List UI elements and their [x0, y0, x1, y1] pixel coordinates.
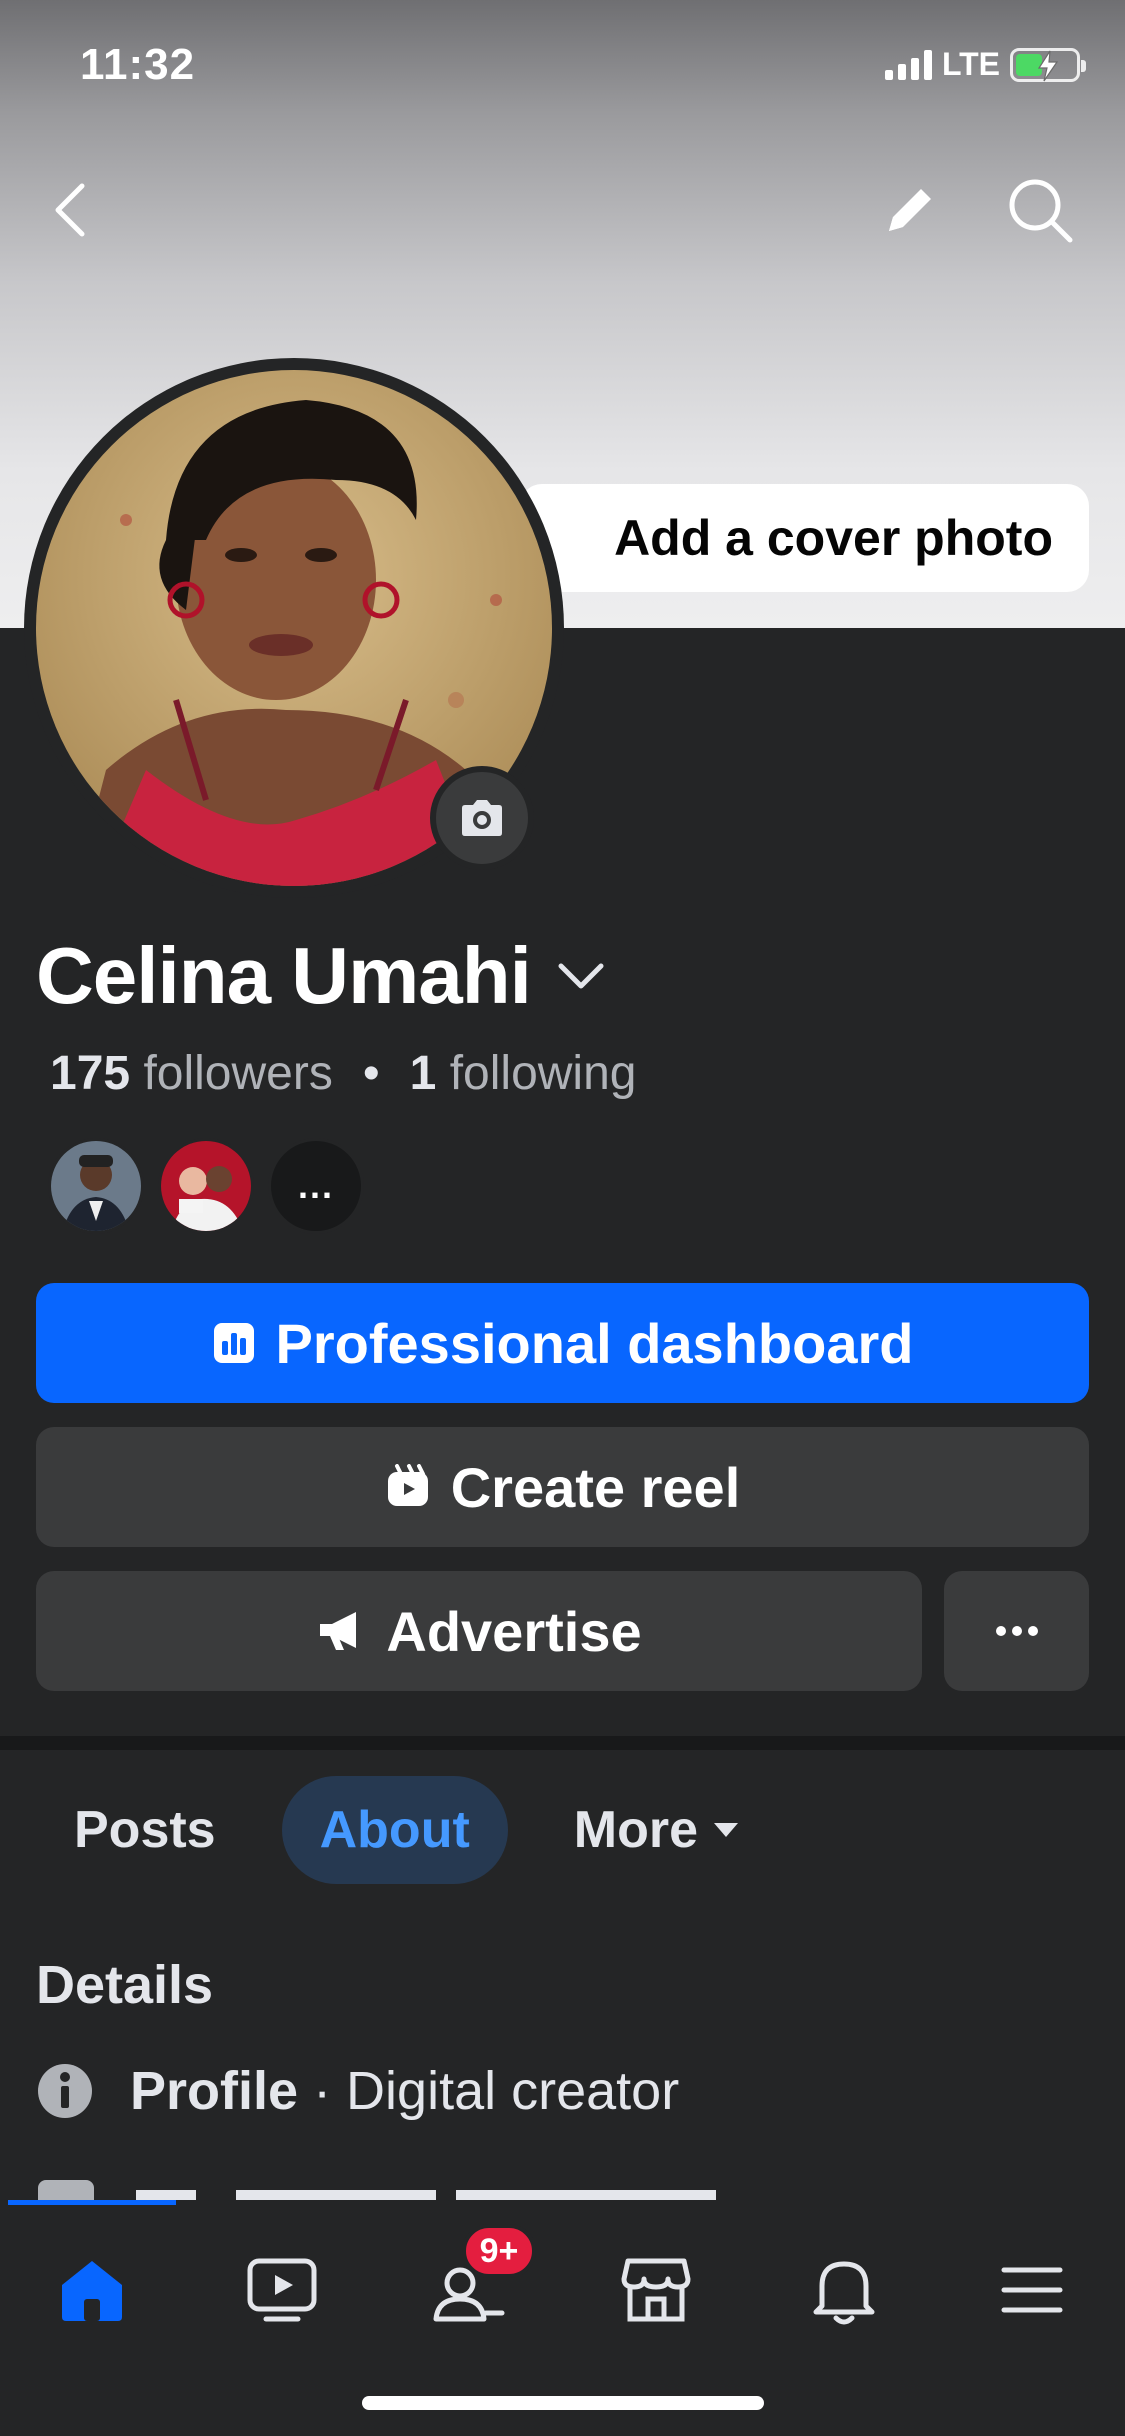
tab-posts-label: Posts	[74, 1801, 216, 1859]
video-icon	[247, 2258, 317, 2322]
search-button[interactable]	[1000, 170, 1080, 250]
more-friends-button[interactable]: ...	[268, 1138, 364, 1234]
add-cover-photo-label: Add a cover photo	[614, 510, 1053, 566]
separator-dot: •	[362, 1047, 380, 1100]
change-profile-photo-button[interactable]	[430, 766, 534, 870]
home-indicator[interactable]	[362, 2396, 764, 2410]
tab-more-label: More	[573, 1801, 699, 1859]
nav-marketplace[interactable]	[606, 2240, 706, 2340]
following-label: following	[449, 1047, 637, 1100]
add-cover-photo-button[interactable]: Add a cover photo	[520, 484, 1089, 592]
detail-profile-label: Profile	[130, 2061, 299, 2121]
detail-profile-value: · Digital creator	[313, 2061, 680, 2121]
chevron-down-icon[interactable]	[553, 956, 609, 996]
create-reel-button[interactable]: Create reel	[36, 1427, 1089, 1547]
tab-about[interactable]: About	[281, 1776, 508, 1884]
tab-about-label: About	[319, 1801, 470, 1859]
followers-link[interactable]: 175 followers	[50, 1046, 333, 1101]
marketplace-icon	[621, 2258, 691, 2322]
followers-count: 175	[50, 1047, 131, 1100]
profile-name-row[interactable]: Celina Umahi	[36, 930, 609, 1022]
friend-avatar[interactable]	[158, 1138, 254, 1234]
followers-label: followers	[143, 1047, 333, 1100]
professional-dashboard-label: Professional dashboard	[275, 1311, 914, 1375]
dashboard-icon	[213, 1323, 254, 1363]
menu-icon	[1001, 2267, 1063, 2313]
status-time: 11:32	[80, 40, 196, 89]
signal-icon	[884, 49, 932, 80]
more-options-button[interactable]	[944, 1571, 1089, 1691]
advertise-label: Advertise	[386, 1599, 642, 1663]
back-button[interactable]	[30, 170, 110, 250]
caret-down-icon	[714, 1823, 739, 1837]
nav-menu[interactable]	[982, 2240, 1082, 2340]
home-icon	[62, 2261, 122, 2321]
status-indicators: LTE	[884, 46, 1086, 83]
section-divider	[0, 1736, 1125, 1750]
reel-icon	[387, 1464, 428, 1506]
pencil-icon	[889, 189, 931, 231]
ellipsis-icon	[995, 1626, 1038, 1636]
info-icon	[38, 2064, 92, 2118]
camera-icon	[462, 800, 502, 836]
follow-stats: 175 followers • 1 following	[50, 1046, 636, 1101]
following-count: 1	[409, 1047, 437, 1100]
edit-button[interactable]	[870, 170, 950, 250]
status-bar: 11:32 LTE	[0, 0, 1125, 130]
profile-name: Celina Umahi	[36, 931, 532, 1020]
nav-notifications[interactable]	[794, 2240, 894, 2340]
megaphone-icon	[320, 1612, 357, 1650]
friends-notification-badge: 9+	[462, 2224, 536, 2278]
nav-video[interactable]	[232, 2240, 332, 2340]
back-icon	[55, 183, 85, 237]
tab-more[interactable]: More	[536, 1776, 778, 1884]
bell-icon	[813, 2261, 875, 2325]
create-reel-label: Create reel	[450, 1455, 741, 1519]
advertise-button[interactable]: Advertise	[36, 1571, 922, 1691]
friends-avatars[interactable]: ...	[48, 1138, 364, 1234]
professional-dashboard-button[interactable]: Professional dashboard	[36, 1283, 1089, 1403]
detail-row-cutoff	[36, 2176, 936, 2200]
details-heading: Details	[36, 1955, 214, 2015]
nav-home[interactable]	[42, 2240, 142, 2340]
profile-tabs: Posts About More	[36, 1776, 778, 1884]
detail-row-profile: Profile · Digital creator	[36, 2060, 679, 2122]
more-friends-label: ...	[297, 1165, 334, 1206]
tab-posts[interactable]: Posts	[36, 1776, 254, 1884]
search-icon	[1009, 179, 1073, 243]
network-label: LTE	[941, 46, 1000, 82]
following-link[interactable]: 1 following	[410, 1046, 637, 1101]
battery-icon	[1010, 47, 1086, 82]
friend-avatar[interactable]	[48, 1138, 144, 1234]
active-tab-indicator	[8, 2200, 176, 2205]
